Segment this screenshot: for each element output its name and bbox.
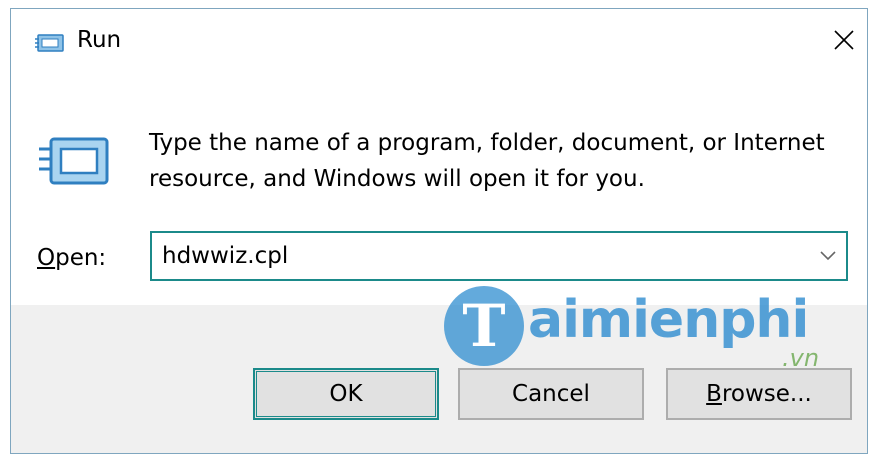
open-label-mnemonic: O — [37, 245, 56, 271]
chevron-down-icon[interactable] — [818, 247, 838, 263]
browse-mnemonic: B — [706, 381, 722, 407]
close-icon — [834, 30, 854, 50]
open-label: Open: — [37, 245, 106, 271]
open-input[interactable] — [162, 233, 802, 279]
button-bar: OK Cancel Browse... — [11, 305, 867, 453]
browse-label-rest: rowse... — [721, 381, 812, 407]
run-dialog: Run Type the name of a program, folder, … — [10, 8, 868, 454]
cancel-button[interactable]: Cancel — [458, 368, 644, 420]
dialog-body: Type the name of a program, folder, docu… — [11, 77, 867, 305]
browse-button[interactable]: Browse... — [666, 368, 852, 420]
description-line-1: Type the name of a program, folder, docu… — [149, 130, 825, 156]
description-text: Type the name of a program, folder, docu… — [149, 125, 849, 197]
run-icon — [35, 34, 64, 52]
open-label-rest: pen: — [55, 245, 107, 271]
run-icon — [39, 137, 109, 185]
close-button[interactable] — [821, 17, 867, 63]
description-line-2: resource, and Windows will open it for y… — [149, 166, 645, 192]
ok-button[interactable]: OK — [253, 368, 439, 420]
open-combobox[interactable] — [150, 231, 848, 281]
title-bar: Run — [11, 9, 867, 77]
window-title: Run — [77, 27, 122, 53]
